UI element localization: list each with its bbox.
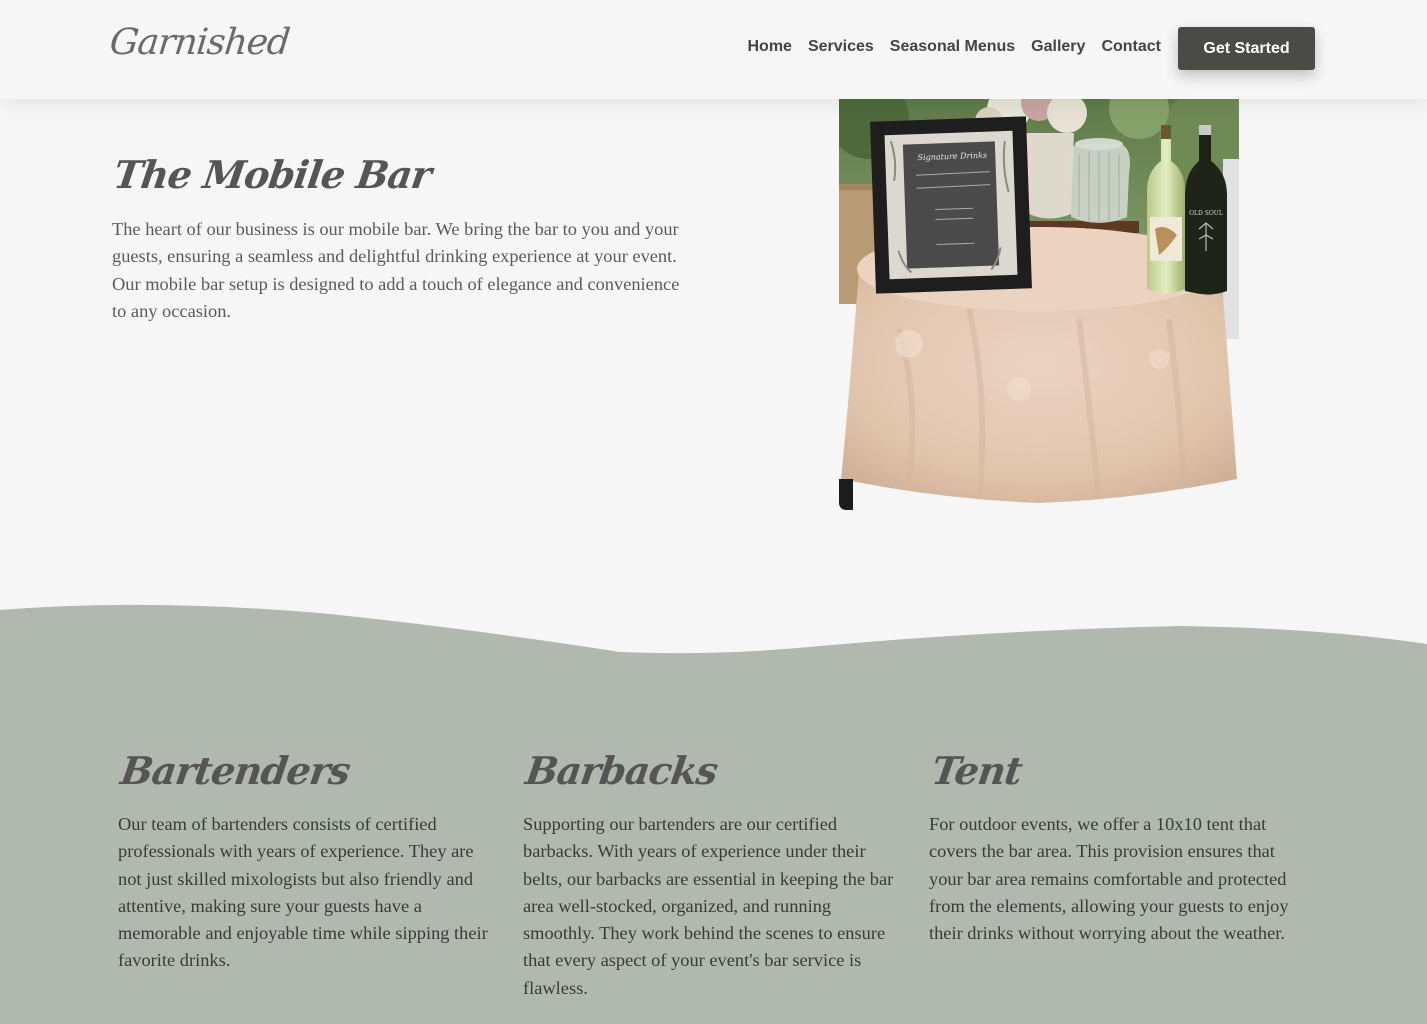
site-header: Garnished Home Services Seasonal Menus G… [0, 0, 1427, 99]
tent-heading: Tent [929, 748, 1025, 793]
nav-seasonal-menus[interactable]: Seasonal Menus [890, 37, 1015, 57]
bartenders-heading: Bartenders [118, 748, 353, 793]
tent-description: For outdoor events, we offer a 10x10 ten… [929, 814, 1289, 944]
mobile-bar-heading: The Mobile Bar [111, 152, 434, 197]
main-nav: Home Services Seasonal Menus Gallery Con… [748, 37, 1162, 57]
nav-home[interactable]: Home [748, 37, 792, 57]
nav-contact[interactable]: Contact [1101, 37, 1161, 57]
get-started-button[interactable]: Get Started [1178, 27, 1315, 70]
bartenders-description: Our team of bartenders consists of certi… [118, 814, 488, 971]
mobile-bar-photo: Signature Drinks OLD SOUL [839, 99, 1239, 510]
barbacks-description: Supporting our bartenders are our certif… [523, 814, 894, 998]
barbacks-heading: Barbacks [523, 748, 721, 793]
mobile-bar-description: The heart of our business is our mobile … [112, 219, 680, 321]
logo[interactable]: Garnished [108, 22, 291, 63]
photo-bottle-label: OLD SOUL [1189, 210, 1223, 217]
nav-gallery[interactable]: Gallery [1031, 37, 1085, 57]
nav-services[interactable]: Services [808, 37, 874, 57]
